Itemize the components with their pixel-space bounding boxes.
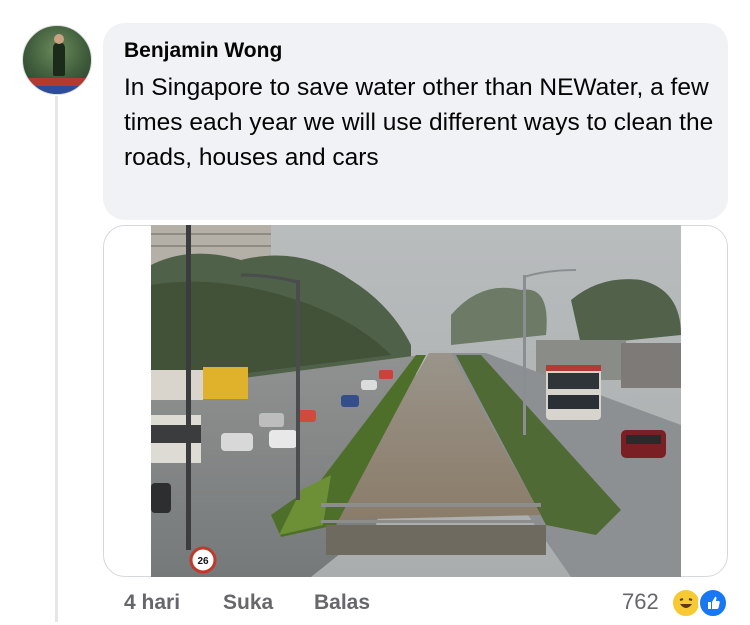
double-decker-bus (151, 370, 203, 400)
street-lamp-post (523, 275, 526, 435)
avatar[interactable] (22, 25, 92, 95)
comment-time[interactable]: 4 hari (124, 591, 180, 615)
avatar-banner (23, 78, 91, 86)
speed-limit-value: 26 (197, 556, 209, 567)
flooded-road-photo[interactable]: 26 (151, 225, 681, 577)
reply-thread-line (55, 96, 58, 622)
like-icon[interactable] (698, 588, 728, 618)
avatar-strip (23, 86, 91, 94)
street-lamp-post (296, 280, 300, 500)
street-lamp-post (186, 225, 191, 550)
comment-author[interactable]: Benjamin Wong (124, 39, 282, 63)
like-button[interactable]: Suka (223, 591, 273, 615)
avatar-figure (53, 42, 65, 76)
reaction-count[interactable]: 762 (622, 589, 659, 615)
haha-icon[interactable] (671, 588, 701, 618)
car (221, 433, 253, 451)
reply-button[interactable]: Balas (314, 591, 370, 615)
bridge-railing (321, 503, 541, 507)
bridge-wall (326, 525, 546, 555)
comment-bubble: Benjamin Wong In Singapore to save water… (103, 23, 728, 220)
avatar-head (54, 34, 64, 44)
comment-text: In Singapore to save water other than NE… (124, 74, 714, 171)
